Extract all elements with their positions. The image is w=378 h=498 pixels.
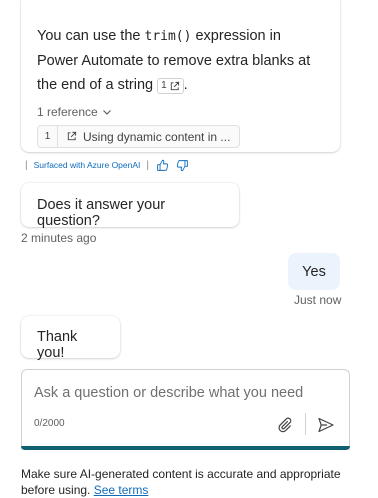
bot-question-bubble: Does it answer your question? xyxy=(21,183,239,229)
composer-divider xyxy=(305,413,306,435)
send-icon[interactable] xyxy=(315,414,337,436)
disclaimer-text: Make sure AI-generated content is accura… xyxy=(21,467,341,497)
ai-disclaimer: Make sure AI-generated content is accura… xyxy=(21,466,351,498)
character-counter: 0/2000 xyxy=(34,418,65,429)
references-toggle[interactable]: 1 reference xyxy=(37,105,112,119)
separator: | xyxy=(146,159,149,171)
user-message-bubble: Yes xyxy=(288,253,340,290)
user-message-text: Yes xyxy=(302,263,326,280)
open-external-icon xyxy=(67,131,77,141)
message-input[interactable] xyxy=(34,382,334,404)
thumbs-up-icon[interactable] xyxy=(155,158,169,172)
reference-card[interactable]: 1 Using dynamic content in ... xyxy=(37,125,240,148)
surfaced-label: Surfaced with Azure OpenAI xyxy=(33,160,141,170)
answer-code: trim() xyxy=(144,29,192,44)
reference-number: 1 xyxy=(38,126,58,147)
bot-question-text: Does it answer your question? xyxy=(37,197,166,229)
reference-title-wrap: Using dynamic content in ... xyxy=(58,130,230,144)
answer-text: You can use the trim() expression in Pow… xyxy=(37,24,324,97)
ai-attribution-row: | Surfaced with Azure OpenAI | xyxy=(25,158,189,172)
thumbs-down-icon[interactable] xyxy=(175,158,189,172)
answer-period: . xyxy=(183,77,188,93)
user-message-timestamp: Just now xyxy=(294,293,342,307)
citation-number: 1 xyxy=(161,80,167,91)
chevron-down-icon xyxy=(102,110,111,115)
citation-chip[interactable]: 1 xyxy=(157,78,184,94)
message-composer: 0/2000 xyxy=(21,369,350,450)
separator: | xyxy=(25,159,28,171)
composer-accent-bar xyxy=(21,446,350,450)
answer-text-before: You can use the xyxy=(37,28,145,44)
bot-reply-text: Thank you! xyxy=(37,329,78,361)
references-toggle-label: 1 reference xyxy=(37,105,98,119)
open-external-icon xyxy=(170,81,179,90)
bot-message-timestamp: 2 minutes ago xyxy=(21,231,97,245)
bot-reply-bubble: Thank you! xyxy=(21,316,120,361)
see-terms-link[interactable]: See terms xyxy=(94,483,149,497)
reference-title: Using dynamic content in ... xyxy=(83,129,231,144)
bot-answer-bubble: You can use the trim() expression in Pow… xyxy=(21,0,340,152)
paperclip-icon[interactable] xyxy=(275,415,295,435)
